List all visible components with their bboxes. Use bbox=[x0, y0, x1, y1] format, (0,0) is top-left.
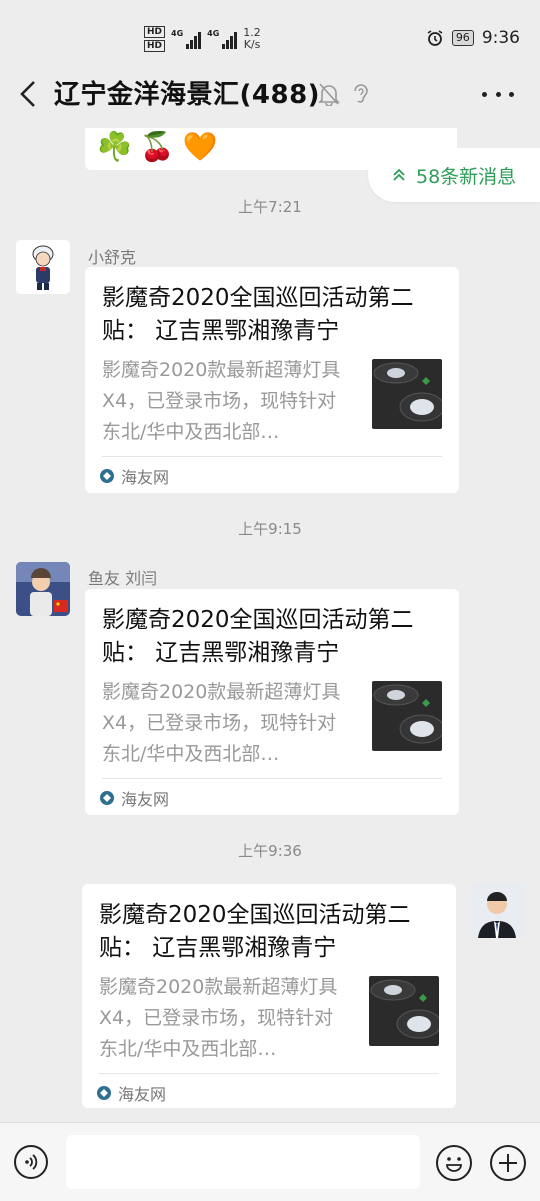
aquarium-light-image bbox=[372, 359, 442, 429]
status-right: 96 9:36 bbox=[426, 28, 520, 48]
divider bbox=[102, 456, 442, 457]
divider bbox=[99, 1073, 439, 1074]
input-bar bbox=[0, 1122, 540, 1201]
source-icon bbox=[97, 1086, 111, 1100]
child-photo-avatar bbox=[16, 562, 70, 616]
aquarium-light-image bbox=[372, 681, 442, 751]
link-description: 影魔奇2020款最新超薄灯具X4，已登录市场，现特针对东北/华中及西北部… bbox=[99, 976, 338, 1060]
alarm-icon bbox=[427, 30, 443, 46]
source-label: 海友网 bbox=[121, 790, 170, 809]
message-list[interactable]: ☘️🍒🧡 58条新消息 上午7:21 小舒克 影魔奇2020全国巡回活动第二贴：… bbox=[0, 128, 540, 1122]
back-arrow-icon[interactable] bbox=[14, 78, 46, 110]
chat-title: 辽宁金洋海景汇(488) bbox=[54, 80, 321, 110]
signal-icon: 4G bbox=[171, 29, 202, 49]
smiley-icon bbox=[446, 1157, 462, 1172]
mute-bell-icon bbox=[318, 83, 340, 106]
source-label: 海友网 bbox=[121, 468, 170, 487]
link-title: 影魔奇2020全国巡回活动第二贴： 辽吉黑鄂湘豫青宁 bbox=[99, 902, 411, 961]
voice-icon bbox=[25, 1154, 38, 1170]
link-title: 影魔奇2020全国巡回活动第二贴： 辽吉黑鄂湘豫青宁 bbox=[102, 285, 414, 344]
link-source: 海友网 bbox=[97, 1081, 166, 1105]
link-thumbnail bbox=[372, 359, 442, 429]
battery-icon: 96 bbox=[451, 30, 474, 46]
hd-badge: HD bbox=[144, 40, 166, 52]
man-photo-avatar bbox=[470, 884, 524, 938]
timestamp: 上午9:15 bbox=[238, 520, 302, 538]
signal-icon: 4G bbox=[207, 29, 238, 49]
timestamp: 上午9:36 bbox=[238, 842, 302, 860]
source-icon bbox=[100, 469, 114, 483]
sender-name: 鱼友 刘闫 bbox=[88, 569, 158, 588]
link-card[interactable]: 影魔奇2020全国巡回活动第二贴： 辽吉黑鄂湘豫青宁 影魔奇2020款最新超薄灯… bbox=[85, 267, 459, 493]
aquarium-light-image bbox=[369, 976, 439, 1046]
cartoon-avatar-icon bbox=[16, 240, 70, 294]
link-card[interactable]: 影魔奇2020全国巡回活动第二贴： 辽吉黑鄂湘豫青宁 影魔奇2020款最新超薄灯… bbox=[85, 589, 459, 815]
chat-header: 辽宁金洋海景汇(488) bbox=[0, 60, 540, 128]
network-indicators: HD HD 4G 4G 1.2 K/s bbox=[144, 24, 261, 54]
header-status-icons bbox=[318, 82, 370, 106]
hd-indicators: HD HD bbox=[144, 26, 166, 52]
link-description: 影魔奇2020款最新超薄灯具X4，已登录市场，现特针对东北/华中及西北部… bbox=[102, 681, 341, 765]
hd-badge: HD bbox=[144, 26, 166, 38]
emoji-text: ☘️🍒🧡 bbox=[97, 130, 226, 163]
avatar[interactable] bbox=[16, 240, 70, 294]
source-label: 海友网 bbox=[118, 1085, 167, 1104]
emoji-button[interactable] bbox=[436, 1145, 472, 1181]
more-functions-button[interactable] bbox=[490, 1145, 526, 1181]
network-speed: 1.2 K/s bbox=[243, 27, 261, 51]
avatar[interactable] bbox=[470, 884, 524, 938]
link-thumbnail bbox=[369, 976, 439, 1046]
double-chevron-up-icon bbox=[393, 168, 405, 181]
source-icon bbox=[100, 791, 114, 805]
link-thumbnail bbox=[372, 681, 442, 751]
divider bbox=[102, 778, 442, 779]
new-messages-button[interactable]: 58条新消息 bbox=[368, 148, 540, 202]
network-type: 4G bbox=[207, 29, 220, 38]
voice-input-button[interactable] bbox=[14, 1145, 48, 1179]
new-messages-label: 58条新消息 bbox=[416, 165, 517, 188]
avatar[interactable] bbox=[16, 562, 70, 616]
clock: 9:36 bbox=[481, 28, 520, 48]
message-input[interactable] bbox=[66, 1135, 420, 1189]
link-source: 海友网 bbox=[100, 786, 169, 810]
ear-icon bbox=[354, 84, 368, 103]
link-title: 影魔奇2020全国巡回活动第二贴： 辽吉黑鄂湘豫青宁 bbox=[102, 607, 414, 666]
more-options-icon[interactable] bbox=[482, 78, 514, 110]
sender-name: 小舒克 bbox=[88, 248, 137, 267]
link-card[interactable]: 影魔奇2020全国巡回活动第二贴： 辽吉黑鄂湘豫青宁 影魔奇2020款最新超薄灯… bbox=[82, 884, 456, 1108]
link-source: 海友网 bbox=[100, 464, 169, 488]
timestamp: 上午7:21 bbox=[238, 198, 302, 216]
link-description: 影魔奇2020款最新超薄灯具X4，已登录市场，现特针对东北/华中及西北部… bbox=[102, 359, 341, 443]
speed-unit: K/s bbox=[243, 38, 261, 51]
network-type: 4G bbox=[171, 29, 184, 38]
